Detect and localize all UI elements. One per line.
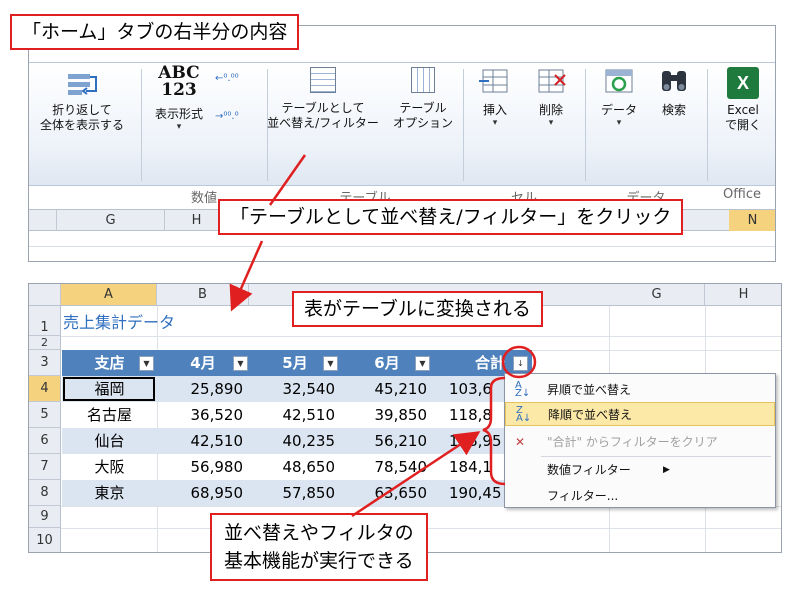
arrow-to-menu — [351, 431, 481, 518]
annotation-overlay — [229, 154, 537, 518]
arrow-to-table-button — [268, 154, 307, 206]
highlight-filter-button-circle — [501, 345, 537, 379]
arrow-to-sheet — [229, 240, 264, 312]
bracket-menu — [482, 376, 506, 486]
